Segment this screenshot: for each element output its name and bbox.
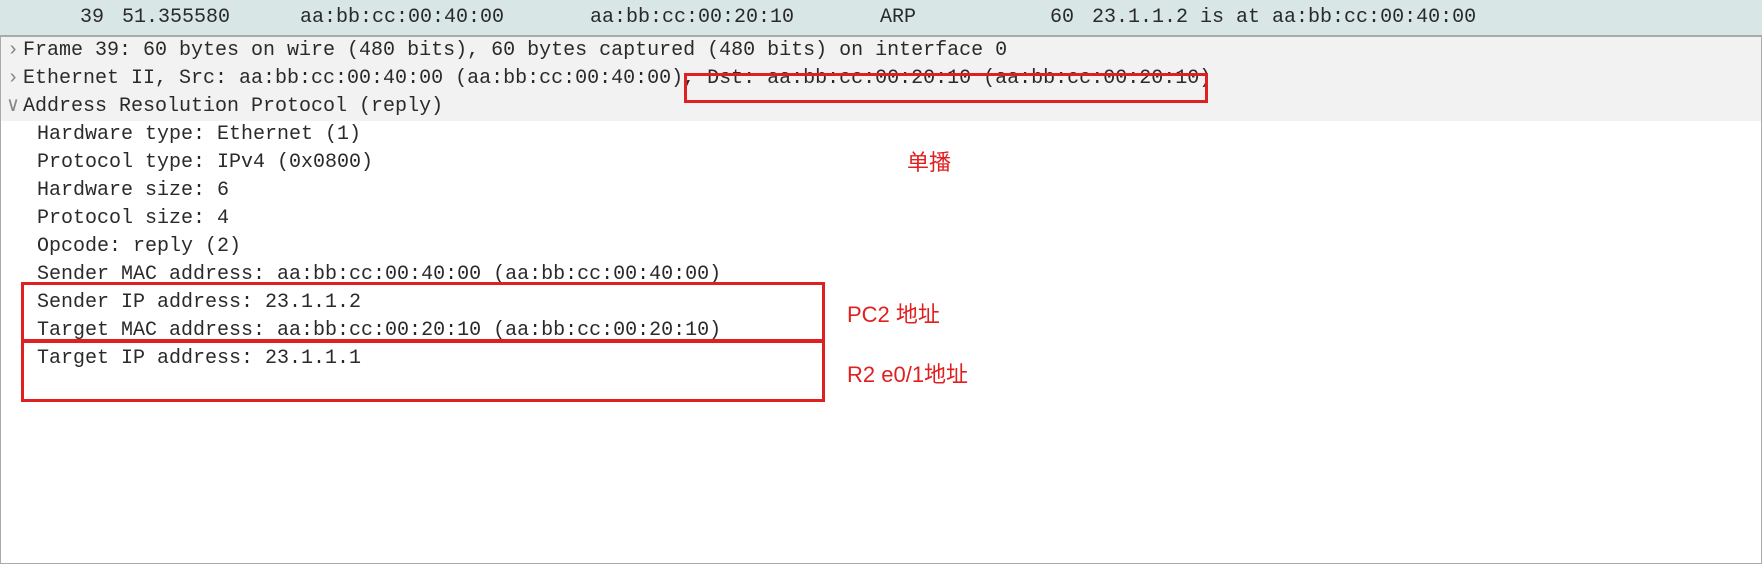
arp-header-text: Address Resolution Protocol (reply) (23, 93, 443, 121)
collapse-icon[interactable]: ∨ (7, 93, 23, 121)
col-protocol: ARP (880, 6, 1030, 29)
expand-icon[interactable]: › (7, 37, 23, 65)
frame-row[interactable]: › Frame 39: 60 bytes on wire (480 bits),… (1, 37, 1761, 65)
target-mac-text: Target MAC address: aa:bb:cc:00:20:10 (a… (37, 317, 721, 345)
annotation-pc2: PC2 地址 (847, 297, 940, 329)
hw-size-text: Hardware size: 6 (37, 177, 229, 205)
col-source: aa:bb:cc:00:40:00 (300, 6, 590, 29)
sender-mac-row[interactable]: Sender MAC address: aa:bb:cc:00:40:00 (a… (1, 261, 1761, 289)
hw-type-text: Hardware type: Ethernet (1) (37, 121, 361, 149)
col-info: 23.1.1.2 is at aa:bb:cc:00:40:00 (1080, 6, 1762, 29)
col-number: 39 (10, 6, 110, 29)
opcode-row[interactable]: Opcode: reply (2) (1, 233, 1761, 261)
sender-ip-text: Sender IP address: 23.1.1.2 (37, 289, 361, 317)
proto-type-row[interactable]: Protocol type: IPv4 (0x0800) (1, 149, 1761, 177)
col-length: 60 (1030, 6, 1080, 29)
annotation-unicast: 单播 (907, 145, 951, 177)
packet-details-pane[interactable]: › Frame 39: 60 bytes on wire (480 bits),… (0, 36, 1762, 564)
target-ip-text: Target IP address: 23.1.1.1 (37, 345, 361, 373)
annotation-r2: R2 e0/1地址 (847, 357, 968, 389)
hw-size-row[interactable]: Hardware size: 6 (1, 177, 1761, 205)
expand-icon[interactable]: › (7, 65, 23, 93)
opcode-text: Opcode: reply (2) (37, 233, 241, 261)
hw-type-row[interactable]: Hardware type: Ethernet (1) (1, 121, 1761, 149)
arp-row[interactable]: ∨ Address Resolution Protocol (reply) (1, 93, 1761, 121)
proto-size-row[interactable]: Protocol size: 4 (1, 205, 1761, 233)
proto-size-text: Protocol size: 4 (37, 205, 229, 233)
sender-mac-text: Sender MAC address: aa:bb:cc:00:40:00 (a… (37, 261, 721, 289)
frame-text: Frame 39: 60 bytes on wire (480 bits), 6… (23, 37, 1007, 65)
proto-type-text: Protocol type: IPv4 (0x0800) (37, 149, 373, 177)
ethernet-row[interactable]: › Ethernet II, Src: aa:bb:cc:00:40:00 (a… (1, 65, 1761, 93)
ethernet-src-text: Ethernet II, Src: aa:bb:cc:00:40:00 (aa:… (23, 65, 707, 93)
ethernet-dst-text: Dst: aa:bb:cc:00:20:10 (aa:bb:cc:00:20:1… (707, 65, 1211, 93)
col-destination: aa:bb:cc:00:20:10 (590, 6, 880, 29)
packet-list-row[interactable]: 39 51.355580 aa:bb:cc:00:40:00 aa:bb:cc:… (0, 0, 1762, 36)
col-time: 51.355580 (110, 6, 300, 29)
